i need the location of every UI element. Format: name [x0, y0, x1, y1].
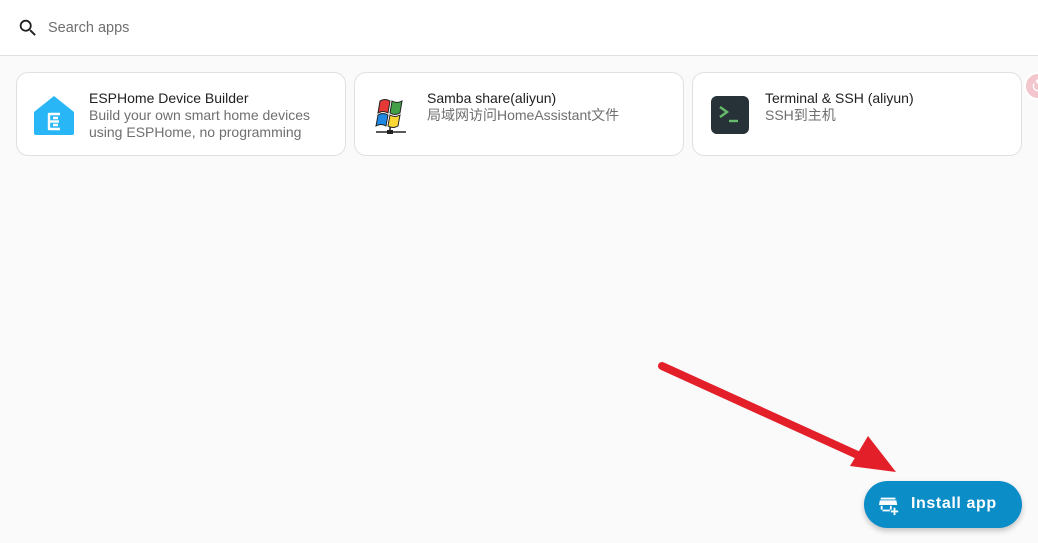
store-plus-icon [878, 497, 899, 516]
install-app-button[interactable]: Install app [864, 481, 1022, 528]
search-icon[interactable] [17, 17, 39, 39]
app-card-samba[interactable]: Samba share(aliyun) 局域网访问HomeAssistant文件 [354, 72, 684, 156]
terminal-icon [711, 96, 749, 134]
app-description: 局域网访问HomeAssistant文件 [427, 107, 620, 123]
app-title: ESPHome Device Builder [89, 90, 249, 106]
app-description: Build your own smart home devices using … [89, 107, 310, 140]
app-title: Samba share(aliyun) [427, 90, 557, 106]
search-input[interactable] [48, 14, 1008, 42]
esphome-logo-icon [34, 96, 74, 135]
install-app-label: Install app [911, 495, 997, 512]
app-title: Terminal & SSH (aliyun) [765, 90, 914, 106]
samba-windows-share-icon [375, 99, 406, 134]
app-card-terminal[interactable]: Terminal & SSH (aliyun) SSH到主机 [692, 72, 1022, 156]
update-badge-icon[interactable] [1024, 72, 1038, 100]
refresh-icon [1032, 78, 1038, 94]
app-description: SSH到主机 [765, 107, 836, 123]
search-bar [0, 0, 1038, 56]
app-card-esphome[interactable]: ESPHome Device Builder Build your own sm… [16, 72, 346, 156]
